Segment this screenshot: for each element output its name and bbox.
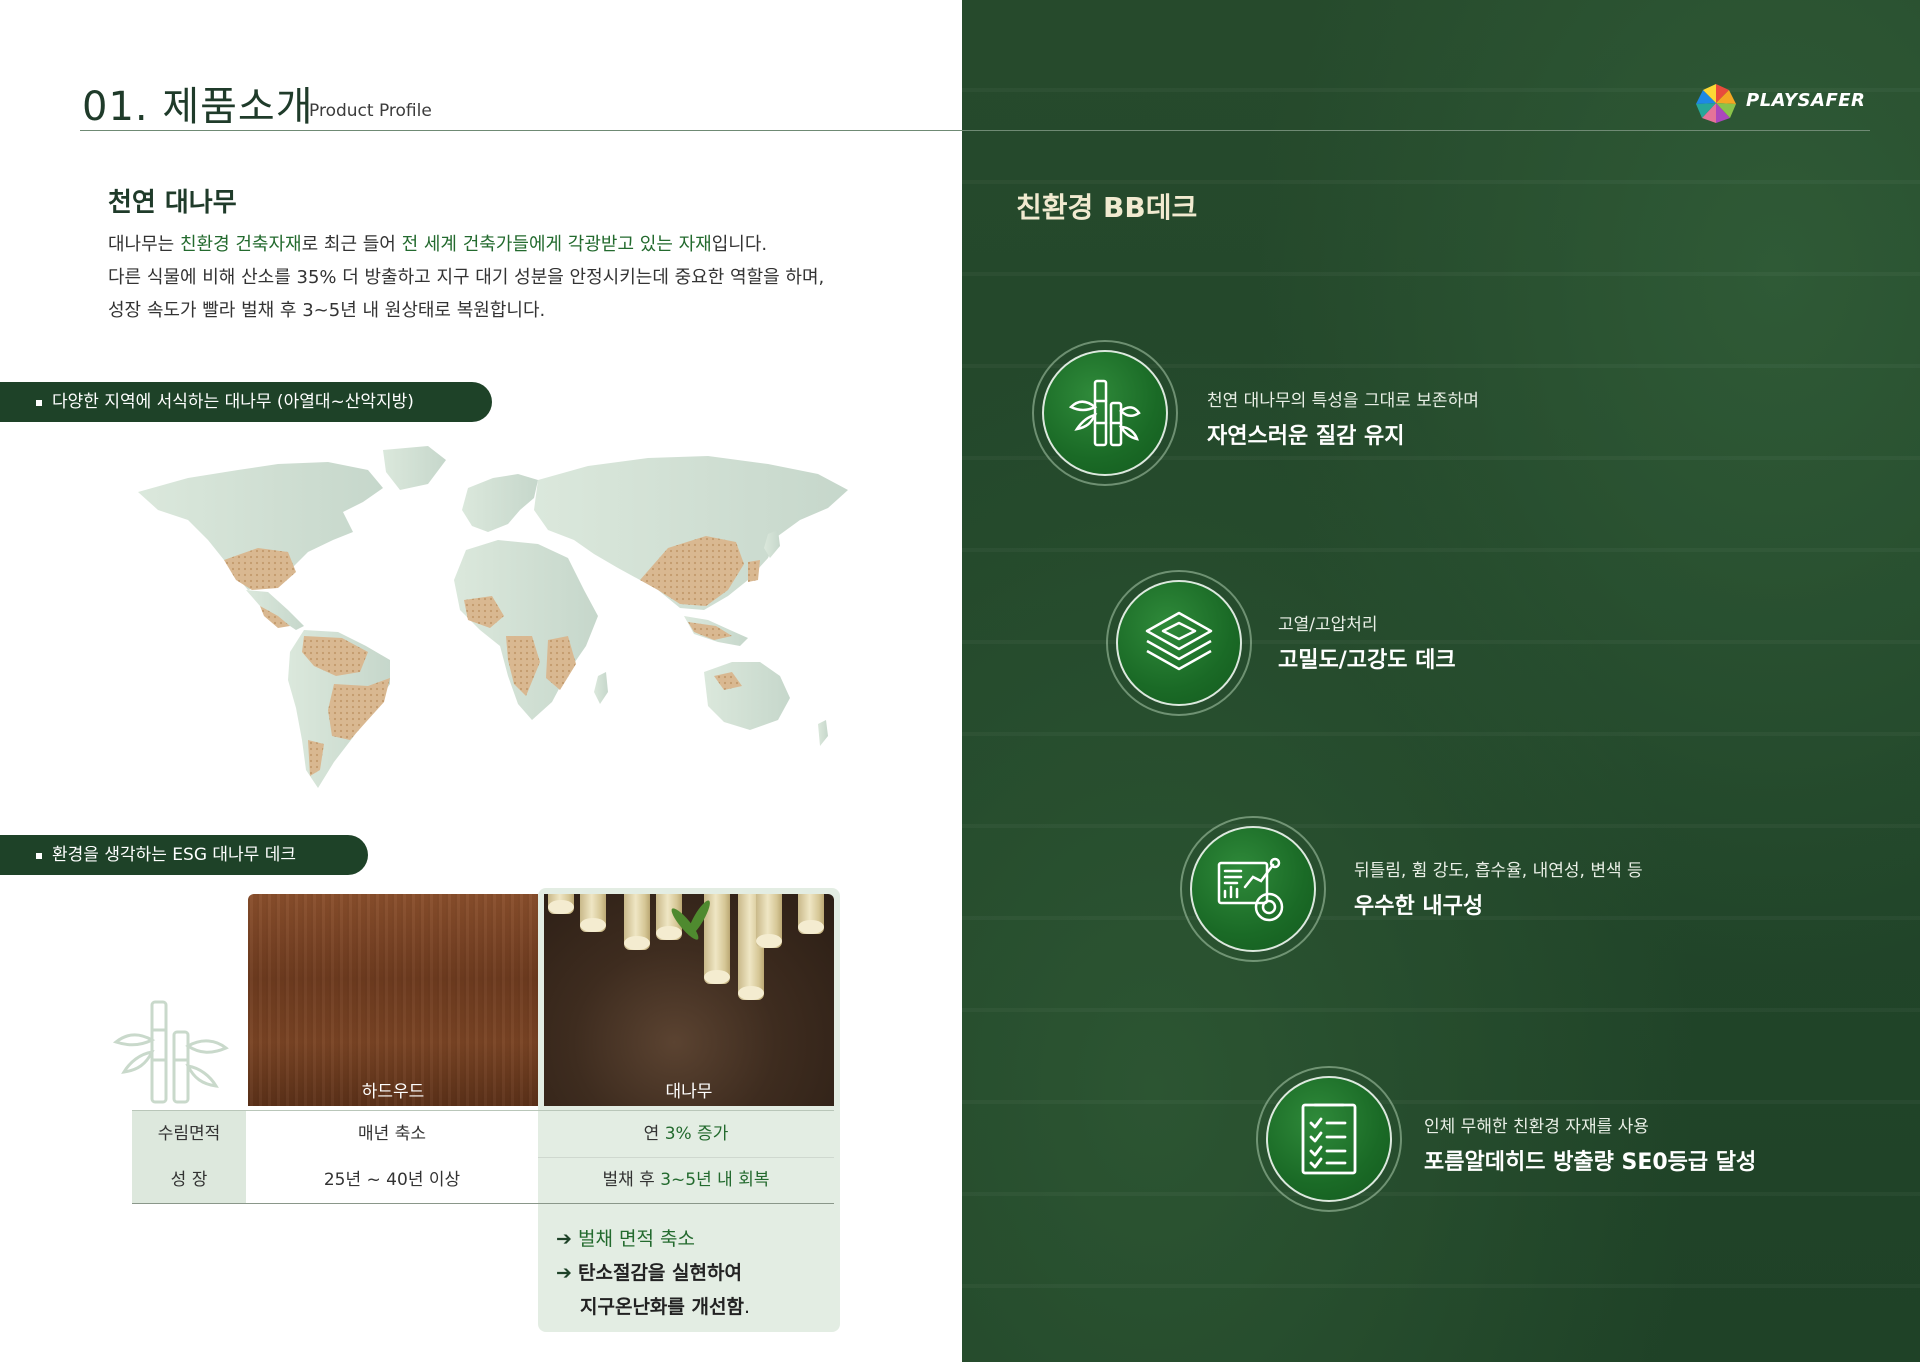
- page-title: 01. 제품소개: [82, 84, 314, 130]
- feature-circle: [1106, 570, 1252, 716]
- result-line-2: ➔ 탄소절감을 실현하여: [556, 1256, 750, 1290]
- feature-circle: [1032, 340, 1178, 486]
- highlight-text: 전 세계 건축가들에게 각광받고 있는 자재: [401, 234, 712, 255]
- right-page: PLAYSAFER 친환경 BB데크 천연 대나무의 특성을 그대로 보존하며 …: [962, 0, 1920, 1362]
- analytics-icon: [1217, 857, 1284, 922]
- text-segment: 로 최근 들어: [301, 234, 402, 255]
- highlight-text: 친환경 건축자재: [179, 234, 302, 255]
- bamboo-icon: [1069, 379, 1141, 447]
- feature-3-title: 우수한 내구성: [1354, 894, 1484, 919]
- arrow-right-icon: ➔: [556, 1228, 572, 1250]
- hardwood-photo: 하드우드: [248, 894, 538, 1106]
- result-text: 지구온난화를 개선함: [580, 1296, 744, 1318]
- row-header: 성 장: [132, 1157, 246, 1203]
- result-text: 탄소절감을 실현하여: [578, 1262, 742, 1284]
- intro-description: 대나무는 친환경 건축자재로 최근 들어 전 세계 건축가들에게 각광받고 있는…: [108, 228, 948, 327]
- table-row: 성 장 25년 ~ 40년 이상 벌채 후 3~5년 내 회복: [132, 1157, 834, 1204]
- result-line-3: 지구온난화를 개선함.: [556, 1290, 750, 1324]
- bamboo-photo: 대나무: [544, 894, 834, 1106]
- feature-1-title: 자연스러운 질감 유지: [1207, 424, 1405, 449]
- header-divider: [80, 130, 1870, 131]
- row-header: 수림면적: [132, 1111, 246, 1157]
- world-map: [138, 446, 848, 788]
- left-page: 01. 제품소개 Product Profile 천연 대나무 대나무는 친환경…: [0, 0, 962, 1362]
- layers-icon: [1145, 611, 1213, 671]
- feature-circle: [1180, 816, 1326, 962]
- page-subtitle: Product Profile: [309, 101, 432, 121]
- feature-1-caption: 천연 대나무의 특성을 그대로 보존하며: [1207, 391, 1479, 411]
- checklist-icon: [1301, 1103, 1357, 1175]
- bamboo-stick: [580, 894, 606, 932]
- section-label-map: 다양한 지역에 서식하는 대나무 (아열대~산악지방): [0, 382, 492, 422]
- right-title: 친환경 BB데크: [1016, 191, 1198, 224]
- intro-line-1: 대나무는 친환경 건축자재로 최근 들어 전 세계 건축가들에게 각광받고 있는…: [108, 228, 948, 261]
- result-line-1: ➔ 벌채 면적 축소: [556, 1222, 750, 1256]
- text-segment: 입니다.: [711, 234, 768, 255]
- hardwood-label: 하드우드: [361, 1082, 425, 1102]
- intro-line-3: 성장 속도가 빨라 벌채 후 3~5년 내 원상태로 복원합니다.: [108, 300, 546, 321]
- section-label-esg: 환경을 생각하는 ESG 대나무 데크: [0, 835, 368, 875]
- brand-name: PLAYSAFER: [1746, 90, 1866, 111]
- feature-2-caption: 고열/고압처리: [1278, 615, 1378, 635]
- feature-2-title: 고밀도/고강도 데크: [1278, 648, 1456, 673]
- bamboo-stick: [548, 894, 574, 914]
- highlight-text: 3% 증가: [664, 1124, 729, 1144]
- feature-3-caption: 뒤틀림, 휨 강도, 흡수율, 내연성, 변색 등: [1354, 861, 1643, 881]
- bamboo-value: 연 3% 증가: [538, 1111, 834, 1157]
- hardwood-value: 25년 ~ 40년 이상: [246, 1157, 538, 1203]
- bamboo-label: 대나무: [665, 1082, 713, 1102]
- result-text: .: [743, 1296, 750, 1318]
- result-summary: ➔ 벌채 면적 축소 ➔ 탄소절감을 실현하여 지구온난화를 개선함.: [556, 1222, 750, 1324]
- feature-circle: [1256, 1066, 1402, 1212]
- result-text: 벌채 면적 축소: [578, 1228, 695, 1250]
- intro-line-2: 다른 식물에 비해 산소를 35% 더 방출하고 지구 대기 성분을 안정시키는…: [108, 267, 825, 288]
- highlight-text: 3~5년 내 회복: [660, 1170, 770, 1190]
- hardwood-value: 매년 축소: [246, 1111, 538, 1157]
- intro-heading: 천연 대나무: [108, 188, 237, 218]
- feature-4-title: 포름알데히드 방출량 SE0등급 달성: [1424, 1150, 1757, 1175]
- bamboo-outline-icon: [112, 1000, 229, 1104]
- bamboo-stick: [624, 894, 650, 950]
- bamboo-stick: [798, 894, 824, 934]
- text-segment: 연: [643, 1124, 665, 1144]
- text-segment: 대나무는: [108, 234, 180, 255]
- text-segment: 벌채 후: [602, 1170, 661, 1190]
- table-row: 수림면적 매년 축소 연 3% 증가: [132, 1110, 834, 1158]
- bamboo-value: 벌채 후 3~5년 내 회복: [538, 1157, 834, 1203]
- feature-4-caption: 인체 무해한 친환경 자재를 사용: [1424, 1117, 1649, 1137]
- playsafer-logo-icon: [1696, 84, 1736, 123]
- arrow-right-icon: ➔: [556, 1262, 572, 1284]
- bamboo-stick: [756, 894, 782, 948]
